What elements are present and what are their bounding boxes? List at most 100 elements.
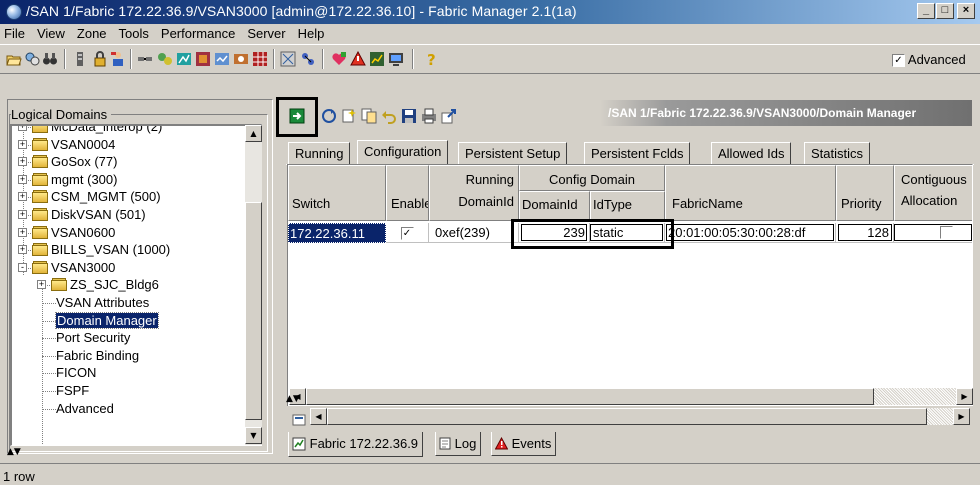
menu-zone[interactable]: Zone [71, 24, 113, 44]
cell-fabricname[interactable]: 20:01:00:05:30:00:28:df [665, 223, 836, 243]
enable-checkbox[interactable]: ✓ [400, 227, 414, 241]
tab-persistent-setup[interactable]: Persistent Setup [458, 142, 568, 164]
refresh-icon[interactable] [321, 108, 337, 124]
menu-server[interactable]: Server [241, 24, 291, 44]
expand-icon[interactable]: + [18, 174, 27, 184]
scroll-thumb[interactable] [245, 202, 262, 420]
fabricname-input[interactable]: 20:01:00:05:30:00:28:df [666, 224, 834, 241]
header-contiguous[interactable]: Contiguous Allocation [894, 165, 972, 221]
header-idtype[interactable]: IdType [590, 191, 665, 221]
header-enable[interactable]: Enable [386, 165, 429, 221]
tree-item[interactable]: FSPF [12, 383, 248, 400]
binoculars-icon[interactable] [42, 51, 58, 67]
tab-persistent-fclds[interactable]: Persistent Fclds [584, 142, 691, 164]
save-icon[interactable] [401, 108, 417, 124]
header-switch[interactable]: Switch [288, 165, 386, 221]
expand-icon[interactable]: + [18, 227, 27, 237]
heart-icon[interactable] [331, 51, 347, 67]
help-icon[interactable]: ? [423, 51, 439, 67]
tree-item[interactable]: + CSM_MGMT (500) [12, 189, 248, 206]
app-icon[interactable] [6, 4, 22, 20]
tab-events[interactable]: Events [491, 432, 557, 456]
tab-log[interactable]: Log [435, 432, 482, 456]
discover-icon[interactable] [24, 51, 40, 67]
cell-contiguous[interactable] [894, 223, 972, 243]
tree-item[interactable]: Advanced [12, 401, 248, 418]
tree-item[interactable]: + McData_interop (2) [12, 126, 248, 136]
tree-item[interactable]: + GoSox (77) [12, 154, 248, 171]
flow-icon[interactable] [176, 51, 192, 67]
menu-help[interactable]: Help [292, 24, 331, 44]
priority-input[interactable]: 128 [838, 224, 892, 241]
table-scroll-thumb[interactable] [306, 388, 874, 405]
lock-icon[interactable] [92, 51, 108, 67]
expand-icon[interactable]: + [18, 192, 27, 202]
switch-icon[interactable] [72, 51, 88, 67]
tree-vertical-scrollbar[interactable]: ▲ ▼ [245, 125, 262, 445]
lower-splitter-arrows[interactable]: ▲▼ [286, 395, 300, 404]
scroll-down-button[interactable]: ▼ [245, 427, 262, 444]
undo-icon[interactable] [381, 108, 397, 124]
tree-item[interactable]: + BILLS_VSAN (1000) [12, 242, 248, 259]
events-icon[interactable] [214, 51, 230, 67]
tree-item[interactable]: FICON [12, 365, 248, 382]
expand-icon[interactable]: + [18, 245, 27, 255]
detach-icon[interactable] [441, 108, 457, 124]
menu-file[interactable]: File [0, 24, 31, 44]
grid-icon[interactable] [252, 51, 268, 67]
monitor-icon[interactable] [388, 51, 404, 67]
lower-scroll-thumb[interactable] [327, 408, 927, 425]
tab-allowed-ids[interactable]: Allowed Ids [711, 142, 792, 164]
expand-icon[interactable]: + [18, 210, 27, 219]
tree-item[interactable]: + ZS_SJC_Bldg6 [12, 277, 248, 294]
cell-switch[interactable]: 172.22.36.11 [288, 223, 386, 243]
splitter-arrows[interactable]: ▲▼ [7, 448, 31, 457]
menu-tools[interactable]: Tools [113, 24, 155, 44]
lower-scroll-right[interactable]: ▶ [953, 408, 970, 425]
cell-running-domainid[interactable]: 0xef(239) [429, 223, 519, 243]
collapse-icon[interactable]: - [18, 262, 27, 272]
copy-icon[interactable] [361, 108, 377, 124]
header-priority[interactable]: Priority [836, 165, 894, 221]
tab-fabric[interactable]: Fabric 172.22.36.9 [288, 432, 424, 457]
tab-statistics[interactable]: Statistics [804, 142, 871, 164]
link-icon[interactable] [137, 51, 153, 67]
tree-item[interactable]: VSAN Attributes [12, 295, 248, 312]
menu-performance[interactable]: Performance [155, 24, 241, 44]
chart-icon[interactable] [369, 51, 385, 67]
tree-item[interactable]: + VSAN0004 [12, 137, 248, 154]
scroll-right-button[interactable]: ▶ [956, 388, 973, 405]
header-config-domainid[interactable]: DomainId [519, 191, 590, 221]
zone-icon[interactable] [157, 51, 173, 67]
lower-horizontal-scrollbar[interactable]: ◀ ▶ [310, 408, 970, 425]
print-icon[interactable] [421, 108, 437, 124]
minimize-button[interactable]: _ [917, 3, 935, 19]
tree-item[interactable]: Fabric Binding [12, 348, 248, 365]
contiguous-checkbox[interactable] [940, 226, 953, 239]
report-icon[interactable] [195, 51, 211, 67]
expand-icon[interactable]: + [18, 126, 27, 131]
advanced-checkbox[interactable]: ✓ [892, 54, 905, 68]
tree-item[interactable]: + DiskVSAN (501) [12, 207, 248, 224]
tree-item[interactable]: - VSAN3000 [12, 260, 248, 277]
open-icon[interactable] [6, 51, 22, 67]
users-icon[interactable] [110, 51, 126, 67]
alert-icon[interactable] [350, 51, 366, 67]
lower-scroll-left[interactable]: ◀ [310, 408, 327, 425]
header-fabricname[interactable]: FabricName [665, 165, 836, 221]
close-button[interactable]: × [957, 3, 975, 19]
maximize-button[interactable]: □ [936, 3, 954, 19]
tree-item[interactable]: + VSAN0600 [12, 225, 248, 242]
menu-view[interactable]: View [31, 24, 71, 44]
create-row-icon[interactable] [341, 108, 357, 124]
tab-running[interactable]: Running [288, 142, 351, 164]
header-running[interactable]: Running DomainId [429, 165, 519, 221]
expand-icon[interactable]: + [18, 157, 27, 167]
tree-item[interactable]: Port Security [12, 330, 248, 347]
header-config-domain[interactable]: Config Domain [519, 165, 665, 191]
device-icon[interactable] [233, 51, 249, 67]
expand-icon[interactable]: + [37, 280, 46, 290]
map-icon[interactable] [280, 51, 296, 67]
expand-icon[interactable]: + [18, 139, 27, 149]
scroll-up-button[interactable]: ▲ [245, 125, 262, 142]
